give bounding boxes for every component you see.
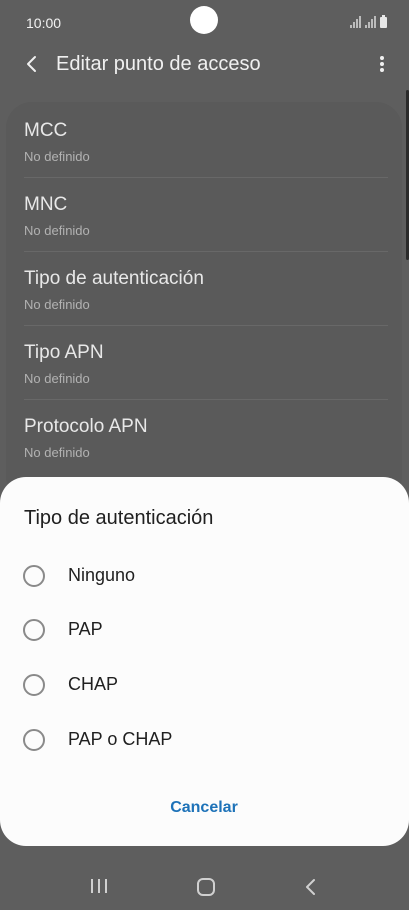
battery-icon [380,15,387,28]
status-icons [350,14,387,28]
setting-title: MCC [24,120,68,141]
radio-button[interactable] [23,565,45,587]
status-bar: 10:00 [0,0,409,44]
option-chap[interactable]: CHAP [0,658,409,712]
status-time: 10:00 [26,15,62,31]
apn-settings-list: MCC No definido MNC No definido Tipo de … [6,102,402,502]
cancel-button[interactable]: Cancelar [130,793,278,823]
setting-title: Protocolo APN [24,416,148,437]
setting-item-mnc[interactable]: MNC No definido [24,178,388,252]
radio-button[interactable] [23,674,45,696]
page-title: Editar punto de acceso [56,53,261,75]
more-vertical-icon[interactable] [377,54,387,74]
radio-button[interactable] [23,729,45,751]
setting-title: Tipo de autenticación [24,268,204,289]
signal-icon [350,16,361,28]
option-label: PAP [68,619,103,639]
camera-cutout [190,6,218,34]
recents-icon[interactable] [91,879,107,893]
setting-item-auth-type[interactable]: Tipo de autenticación No definido [24,252,388,326]
option-label: Ninguno [68,565,136,585]
radio-button[interactable] [23,619,45,641]
setting-value: No definido [24,223,90,238]
signal-icon [365,16,376,28]
setting-value: No definido [24,445,90,460]
option-label: PAP o CHAP [68,729,173,749]
option-pap[interactable]: PAP [0,603,409,657]
auth-type-dialog: Tipo de autenticación Ninguno PAP CHAP P… [0,477,409,846]
navigation-bar [0,846,409,910]
setting-value: No definido [24,149,90,164]
setting-item-apn-type[interactable]: Tipo APN No definido [24,326,388,400]
app-bar: Editar punto de acceso [0,44,409,86]
setting-value: No definido [24,371,90,386]
setting-item-mcc[interactable]: MCC No definido [24,104,388,178]
setting-title: MNC [24,194,68,215]
option-label: CHAP [68,674,119,694]
back-arrow-icon[interactable] [22,52,44,76]
setting-item-apn-protocol[interactable]: Protocolo APN No definido [24,400,388,474]
nav-back-icon[interactable] [303,877,319,897]
setting-value: No definido [24,297,90,312]
option-pap-o-chap[interactable]: PAP o CHAP [0,713,409,767]
option-ninguno[interactable]: Ninguno [0,549,409,603]
setting-title: Tipo APN [24,342,104,363]
home-icon[interactable] [197,878,215,896]
dialog-title: Tipo de autenticación [24,507,214,529]
